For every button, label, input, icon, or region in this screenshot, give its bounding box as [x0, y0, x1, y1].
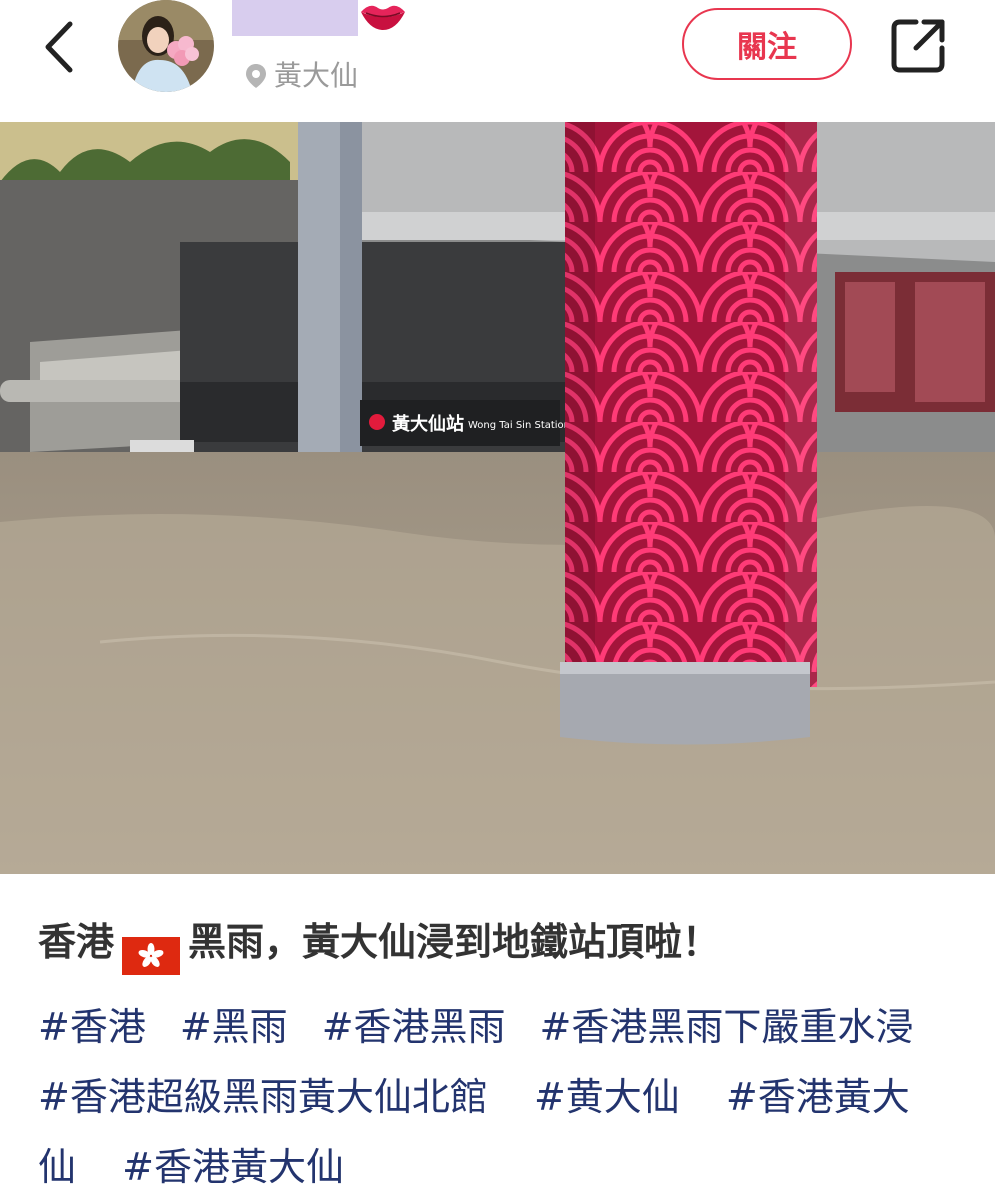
hashtag[interactable]: #香港超級黑雨黃大仙北館 [38, 1075, 488, 1119]
svg-text:黃大仙站: 黃大仙站 [391, 413, 464, 435]
share-button[interactable] [888, 14, 950, 76]
svg-text:Wong Tai Sin Station: Wong Tai Sin Station [468, 420, 570, 431]
hashtag[interactable]: #香港黑雨下嚴重水浸 [540, 1005, 914, 1049]
post-photo[interactable]: 黃大仙站 Wong Tai Sin Station [0, 122, 995, 874]
share-icon [891, 19, 945, 73]
follow-button[interactable]: 關注 [682, 8, 852, 80]
post-title: 香港 黑雨，黃大仙浸到地鐵站頂啦！ [38, 906, 968, 978]
hashtag[interactable]: #香港 [38, 1005, 146, 1049]
username-redacted[interactable] [232, 0, 358, 36]
location-label[interactable]: 黃大仙 [274, 58, 358, 94]
hashtag[interactable]: #香港黑雨 [322, 1005, 506, 1049]
flooded-station-image: 黃大仙站 Wong Tai Sin Station [0, 122, 995, 874]
post-header: 黃大仙 關注 [0, 0, 995, 122]
station-sign-text: 黃大仙站 [391, 413, 464, 435]
hong-kong-flag-icon [122, 926, 181, 975]
avatar-image [118, 0, 214, 92]
avatar[interactable] [118, 0, 214, 92]
location-pin-icon [244, 62, 268, 90]
hashtag[interactable]: #黑雨 [180, 1005, 288, 1049]
chevron-left-icon [45, 21, 73, 73]
post-title-part1: 香港 [38, 920, 115, 964]
hashtag-list: #香港 #黑雨 #香港黑雨 #香港黑雨下嚴重水浸 #香港超級黑雨黃大仙北館 #黄大仙 … [38, 992, 968, 1202]
lips-icon [358, 0, 408, 36]
back-button[interactable] [36, 18, 86, 76]
hashtag[interactable]: #黄大仙 [534, 1075, 680, 1119]
post-title-part2: 黑雨，黃大仙浸到地鐵站頂啦！ [188, 920, 721, 964]
hashtag[interactable]: #香港黃大仙 [122, 1145, 344, 1189]
station-sign-text-en: Wong Tai Sin Station [468, 420, 570, 431]
